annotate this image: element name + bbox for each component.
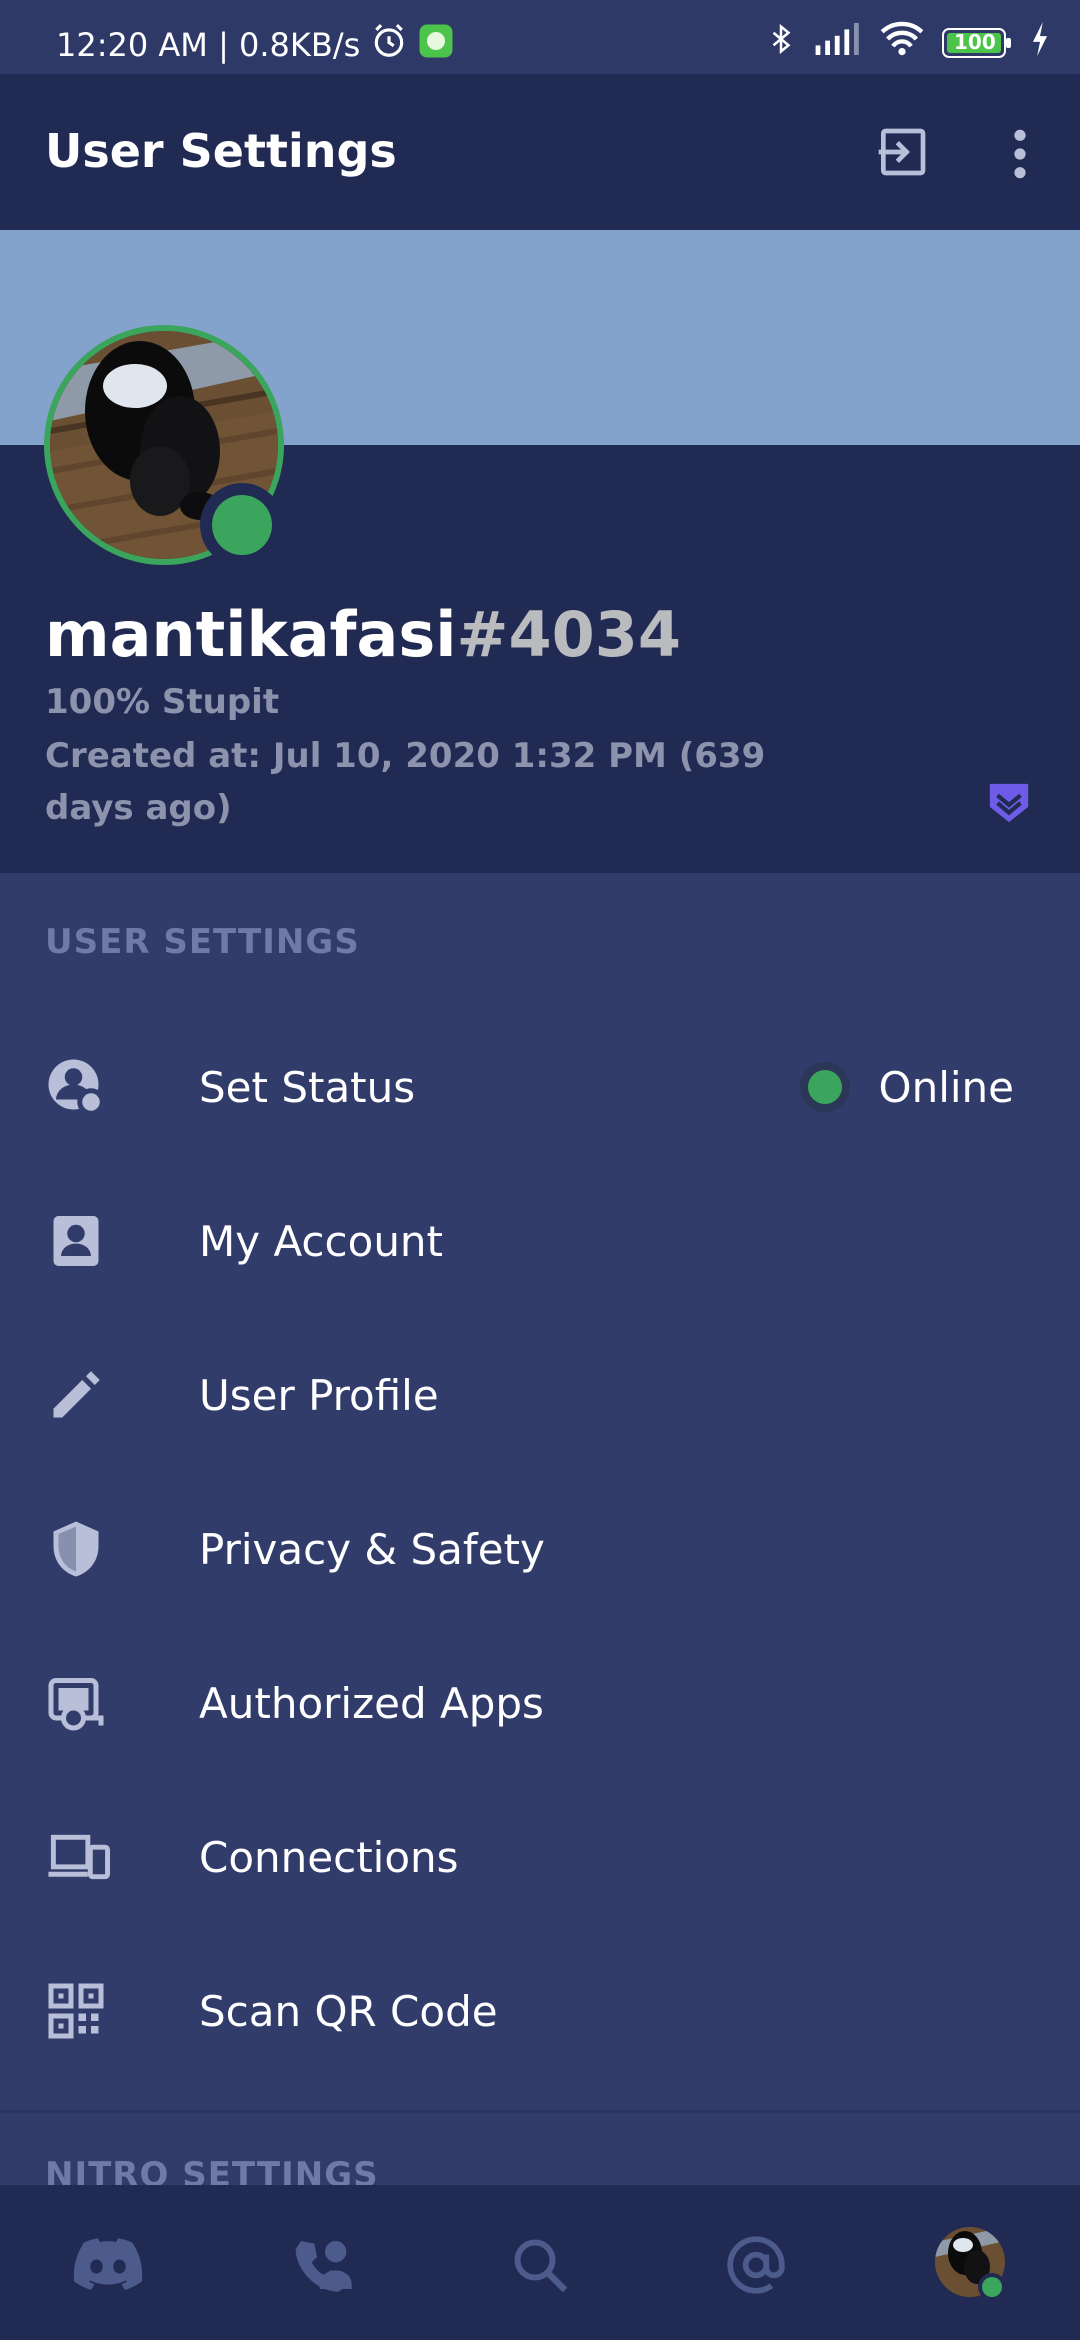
user-profile-label: User Profile [199,1370,439,1420]
my-account-label: My Account [199,1216,444,1266]
connections-row[interactable]: Connections [0,1780,1080,1934]
account-icon [46,1211,106,1271]
mentions-icon[interactable] [716,2225,796,2305]
scan-qr-row[interactable]: Scan QR Code [0,1934,1080,2088]
authorized-apps-icon [46,1673,106,1733]
page-title: User Settings [45,124,397,178]
authorized-apps-row[interactable]: Authorized Apps [0,1626,1080,1780]
bluetooth-icon [766,20,796,66]
status-icon [46,1057,106,1117]
pencil-icon [46,1365,106,1425]
discord-home-icon[interactable] [68,2225,148,2305]
username-text: mantikafasi [45,598,457,671]
avatar-status-indicator [200,483,284,567]
set-status-label: Set Status [199,1062,416,1112]
profile-created: Created at: Jul 10, 2020 1:32 PM (639 da… [45,736,766,828]
app-notification-icon [418,23,454,67]
expand-chevron-icon[interactable] [986,780,1032,830]
user-settings-header: USER SETTINGS [45,922,360,962]
scan-qr-label: Scan QR Code [199,1986,498,2036]
battery-level: 100 [954,30,996,54]
user-settings-list: Set Status Online My Account User Profil… [0,1010,1080,2088]
search-icon[interactable] [500,2225,580,2305]
qr-code-icon [46,1981,106,2041]
set-status-row[interactable]: Set Status Online [0,1010,1080,1164]
battery-icon: 100 [942,28,1012,58]
app-bar: User Settings [0,74,1080,230]
privacy-safety-label: Privacy & Safety [199,1524,545,1574]
signal-icon [814,22,862,64]
charging-icon [1030,22,1050,64]
profile-username: mantikafasi#4034 [45,598,681,671]
status-value: Online [878,1062,1014,1112]
connections-label: Connections [199,1832,459,1882]
profile-about: 100% Stupit [45,682,280,722]
more-vert-icon[interactable] [1006,126,1034,186]
status-time: 12:20 AM | 0.8KB/s [56,26,361,64]
my-account-row[interactable]: My Account [0,1164,1080,1318]
profile-avatar-status [978,2273,1006,2301]
bottom-nav [0,2185,1080,2340]
friends-icon[interactable] [285,2225,365,2305]
wifi-icon [880,21,924,65]
alarm-icon [370,22,408,68]
shield-icon [46,1519,106,1579]
section-divider [0,2110,1080,2113]
online-status-dot [800,1062,850,1112]
devices-icon [46,1827,111,1887]
authorized-apps-label: Authorized Apps [199,1678,544,1728]
status-bar: 12:20 AM | 0.8KB/s 100 [0,0,1080,74]
discriminator: #4034 [456,598,682,671]
user-profile-row[interactable]: User Profile [0,1318,1080,1472]
logout-icon[interactable] [874,124,930,184]
privacy-safety-row[interactable]: Privacy & Safety [0,1472,1080,1626]
